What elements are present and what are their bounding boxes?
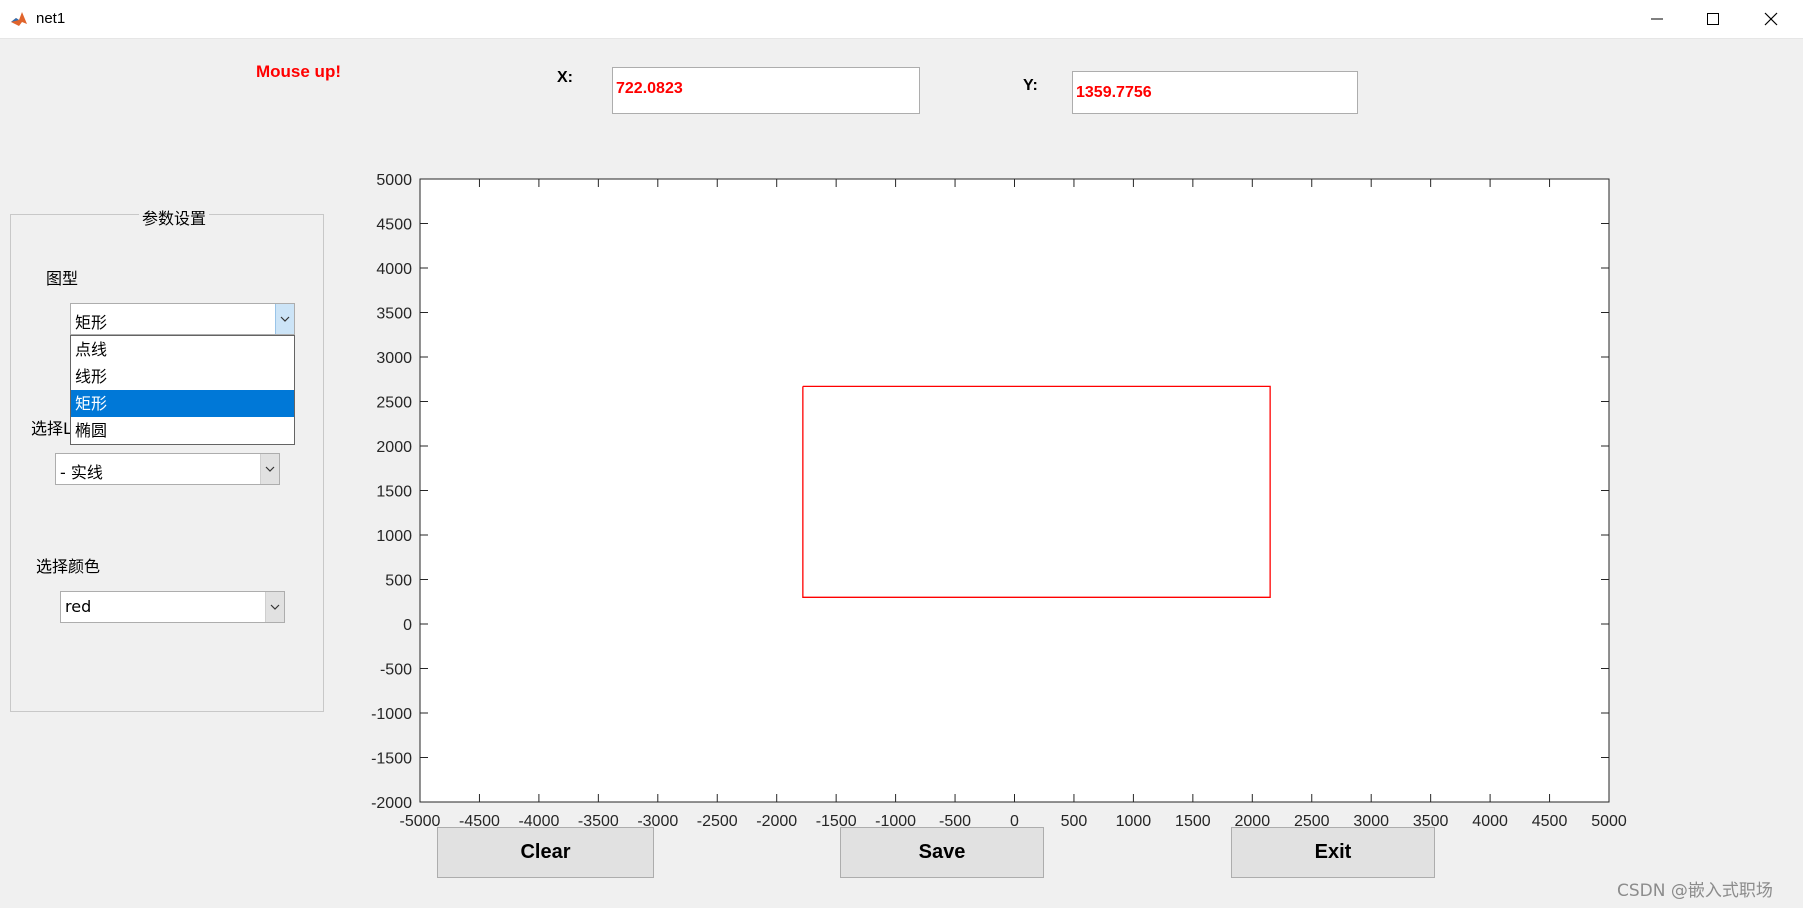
y-tick-label: 4000 — [376, 261, 412, 278]
exit-button[interactable]: Exit — [1231, 827, 1435, 878]
x-tick-label: 5000 — [1591, 813, 1627, 830]
x-tick-label: 4500 — [1532, 813, 1568, 830]
x-tick-label: 4000 — [1472, 813, 1508, 830]
y-tick-label: -2000 — [371, 795, 412, 812]
y-tick-label: 500 — [385, 573, 412, 590]
y-tick-label: 1500 — [376, 484, 412, 501]
save-button[interactable]: Save — [840, 827, 1044, 878]
x-tick-label: -2500 — [697, 813, 738, 830]
x-tick-label: 1000 — [1116, 813, 1152, 830]
x-tick-label: -5000 — [400, 813, 441, 830]
x-tick-label: -2000 — [756, 813, 797, 830]
y-tick-label: 5000 — [376, 172, 412, 189]
y-tick-label: -1500 — [371, 751, 412, 768]
plot-axes[interactable]: -5000 -4500 -4000 -3500 -3000 -2500 -2000 -1500… — [0, 0, 1803, 908]
shape-option-ellipse[interactable]: 椭圆 — [71, 417, 294, 444]
x-tick-label: 500 — [1061, 813, 1088, 830]
shape-option-rectangle[interactable]: 矩形 — [71, 390, 294, 417]
y-tick-label: 2500 — [376, 395, 412, 412]
y-tick-label: 0 — [403, 617, 412, 634]
plot-area[interactable] — [419, 178, 1610, 803]
y-tick-label: 3000 — [376, 350, 412, 367]
y-tick-label: 3500 — [376, 306, 412, 323]
shape-option-dotted-line[interactable]: 点线 — [71, 336, 294, 363]
y-tick-label: -500 — [380, 662, 412, 679]
y-tick-label: 1000 — [376, 528, 412, 545]
y-tick-label: 2000 — [376, 439, 412, 456]
clear-button[interactable]: Clear — [437, 827, 654, 878]
x-tick-label: 1500 — [1175, 813, 1211, 830]
shape-dropdown-list: 点线 线形 矩形 椭圆 — [70, 335, 295, 445]
shape-option-line[interactable]: 线形 — [71, 363, 294, 390]
y-tick-label: -1000 — [371, 706, 412, 723]
y-tick-label: 4500 — [376, 217, 412, 234]
watermark: CSDN @嵌入式职场 — [1617, 881, 1773, 901]
